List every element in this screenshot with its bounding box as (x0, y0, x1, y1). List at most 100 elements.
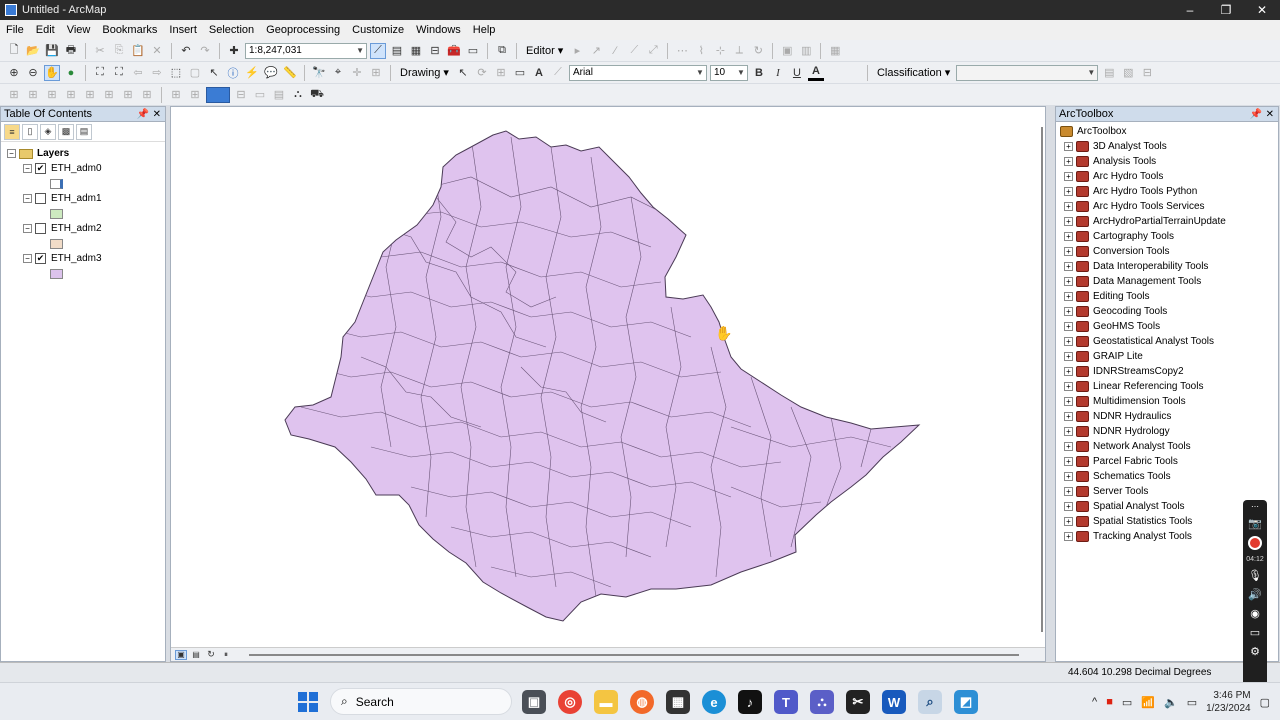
horizontal-scrollbar[interactable] (249, 654, 1019, 656)
expand-icon[interactable]: + (1064, 337, 1073, 346)
refresh-icon[interactable]: ↻ (205, 649, 217, 660)
toolbox-item[interactable]: + Geostatistical Analyst Tools (1064, 334, 1278, 349)
zoom-out-icon[interactable]: ⊖ (25, 65, 41, 81)
firefox-icon[interactable]: ◍ (630, 690, 654, 714)
minimize-button[interactable]: – (1172, 0, 1208, 20)
go-back-icon[interactable]: ⇦ (130, 65, 146, 81)
toolbox-item[interactable]: + Parcel Fabric Tools (1064, 454, 1278, 469)
menu-view[interactable]: View (67, 24, 91, 36)
toolbox-item[interactable]: + NDNR Hydraulics (1064, 409, 1278, 424)
expand-icon[interactable]: + (1064, 367, 1073, 376)
rectangle-icon[interactable]: ▭ (512, 65, 528, 81)
paste-icon[interactable]: 📋 (130, 43, 146, 59)
underline-button[interactable]: U (789, 65, 805, 81)
layer-visibility-checkbox[interactable] (35, 193, 46, 204)
expand-icon[interactable]: + (1064, 457, 1073, 466)
fixed-zoom-in-icon[interactable]: ⛶ (92, 65, 108, 81)
vertical-scrollbar[interactable] (1041, 127, 1043, 632)
select-elements-drawing-icon[interactable]: ↖ (455, 65, 471, 81)
font-name-combo[interactable]: Arial ▼ (568, 64, 707, 81)
menu-bookmarks[interactable]: Bookmarks (102, 24, 157, 36)
hyperlink-icon[interactable]: ⚡ (244, 65, 260, 81)
expand-icon[interactable]: + (1064, 262, 1073, 271)
toolbox-item[interactable]: + NDNR Hydrology (1064, 424, 1278, 439)
split-icon[interactable]: ⤢ (645, 43, 661, 59)
layer-symbol-swatch[interactable] (50, 268, 63, 279)
webcam-icon[interactable]: ◉ (1250, 607, 1260, 620)
effects-2-icon[interactable]: ⊞ (187, 87, 203, 103)
straight-segment-icon[interactable]: ∕ (607, 43, 623, 59)
toolbox-item[interactable]: + GeoHMS Tools (1064, 319, 1278, 334)
expand-icon[interactable]: + (1064, 487, 1073, 496)
microphone-icon[interactable]: 🎙 (1248, 569, 1262, 582)
menu-edit[interactable]: Edit (36, 24, 55, 36)
editor-toolbar-icon[interactable]: ⟋ (370, 42, 386, 59)
camera-icon[interactable]: 📷 (1248, 517, 1262, 530)
edit-annotation-icon[interactable]: ↗ (588, 43, 604, 59)
pin-icon[interactable]: 📌 (1250, 109, 1262, 120)
bold-button[interactable]: B (751, 65, 767, 81)
maximize-button[interactable]: ❐ (1208, 0, 1244, 20)
rotate-element-icon[interactable]: ⟳ (474, 65, 490, 81)
rotate-icon[interactable]: ↻ (750, 43, 766, 59)
html-popup-icon[interactable]: 💬 (263, 65, 279, 81)
go-forward-icon[interactable]: ⇨ (149, 65, 165, 81)
expand-icon[interactable]: + (1064, 427, 1073, 436)
classification-combo[interactable]: ▼ (956, 64, 1099, 81)
collapse-icon[interactable]: − (23, 254, 32, 263)
toolbox-item[interactable]: + Arc Hydro Tools Python (1064, 184, 1278, 199)
expand-icon[interactable]: + (1064, 232, 1073, 241)
close-icon[interactable]: ✕ (153, 109, 161, 120)
menu-customize[interactable]: Customize (352, 24, 404, 36)
toolbox-item[interactable]: +3D Analyst Tools (1064, 139, 1278, 154)
list-by-selection-icon[interactable]: ▩ (58, 123, 74, 140)
expand-icon[interactable]: + (1064, 532, 1073, 541)
snapping-icon[interactable]: ⊞ (6, 87, 22, 103)
font-color-button[interactable]: A (807, 65, 824, 81)
save-icon[interactable]: 💾 (44, 43, 60, 59)
editor-menu[interactable]: Editor ▾ (523, 44, 566, 57)
fixed-zoom-out-icon[interactable]: ⛶ (111, 65, 127, 81)
new-document-icon[interactable]: 🗋 (6, 43, 22, 59)
measure-icon[interactable]: 📏 (282, 65, 298, 81)
ethiopia-map[interactable] (171, 107, 1045, 647)
trace-icon[interactable]: ⟋ (626, 43, 642, 59)
volume-icon[interactable]: 🔈 (1164, 696, 1178, 709)
toolbox-item[interactable]: + Conversion Tools (1064, 244, 1278, 259)
redo-icon[interactable]: ↷ (197, 43, 213, 59)
delete-icon[interactable]: ✕ (149, 43, 165, 59)
options-icon[interactable]: ▤ (76, 123, 92, 140)
menu-geoprocessing[interactable]: Geoprocessing (266, 24, 340, 36)
edge-icon[interactable]: e (702, 690, 726, 714)
map-display[interactable]: ✋ ▣ ▤ ↻ ⏸ (170, 106, 1046, 662)
expand-icon[interactable]: + (1064, 472, 1073, 481)
close-button[interactable]: ✕ (1244, 0, 1280, 20)
edit-vertices-drawing-icon[interactable]: ⟋ (550, 65, 566, 81)
record-icon[interactable] (1248, 536, 1262, 550)
edit-vertices-icon[interactable]: ⋯ (674, 43, 690, 59)
toolbox-item[interactable]: + Cartography Tools (1064, 229, 1278, 244)
toolbox-item[interactable]: + IDNRStreamsCopy2 (1064, 364, 1278, 379)
menu-insert[interactable]: Insert (169, 24, 197, 36)
chat-icon[interactable]: ▭ (1250, 626, 1260, 639)
split-tool-icon[interactable]: ⟂ (731, 43, 747, 59)
python-window-icon[interactable]: ▭ (465, 43, 481, 59)
list-by-visibility-icon[interactable]: ◈ (40, 123, 56, 140)
collapse-icon[interactable]: − (7, 149, 16, 158)
layer-visibility-checkbox[interactable] (35, 223, 46, 234)
arcmap-taskbar-icon[interactable]: ⌕ (918, 690, 942, 714)
expand-icon[interactable]: + (1064, 322, 1073, 331)
classification-tool-2-icon[interactable]: ▧ (1120, 65, 1136, 81)
menu-selection[interactable]: Selection (209, 24, 254, 36)
expand-icon[interactable]: + (1064, 247, 1073, 256)
layer-symbol-swatch[interactable] (50, 178, 63, 189)
expand-icon[interactable]: + (1064, 202, 1073, 211)
layer-item[interactable]: − ETH_adm2 (7, 221, 165, 236)
expand-icon[interactable]: + (1064, 502, 1073, 511)
network-icon[interactable]: ⛬ (290, 87, 306, 103)
word-icon[interactable]: W (882, 690, 906, 714)
expand-icon[interactable]: + (1064, 397, 1073, 406)
sketch-properties-icon[interactable]: ▥ (798, 43, 814, 59)
toolbox-item[interactable]: + GRAIP Lite (1064, 349, 1278, 364)
add-data-icon[interactable]: ✚ (226, 43, 242, 59)
